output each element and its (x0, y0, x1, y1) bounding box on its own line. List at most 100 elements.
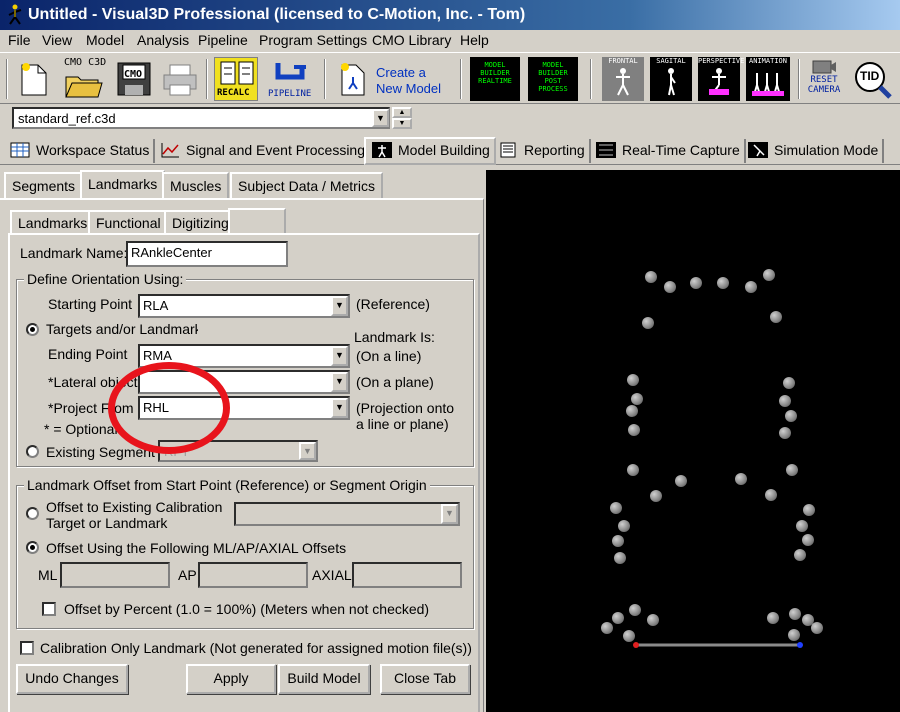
new-document-icon (21, 63, 47, 96)
landmark-name-input[interactable]: RAnkleCenter (126, 241, 288, 267)
close-tab-button[interactable]: Close Tab (380, 664, 470, 694)
axial-input[interactable] (352, 562, 462, 588)
marker (645, 271, 657, 283)
targets-landmarks-radio[interactable] (26, 323, 39, 336)
model-builder-realtime-button[interactable]: MODEL BUILDER REALTIME (470, 57, 520, 101)
print-button[interactable] (160, 57, 200, 101)
tab-workspace-status-label: Workspace Status (36, 142, 150, 158)
new-file-button[interactable] (14, 57, 54, 101)
3d-viewport[interactable] (486, 170, 900, 712)
sagittal-view-button[interactable]: SAGITAL (650, 57, 692, 101)
tab-digitizing-label: Digitizing (172, 215, 229, 231)
tab-segments[interactable]: Segments (4, 172, 84, 198)
marker (623, 630, 635, 642)
frontal-view-button[interactable]: FRONTAL (602, 57, 644, 101)
reference-note: (Reference) (356, 296, 430, 312)
marker (628, 424, 640, 436)
chevron-down-icon[interactable]: ▼ (331, 296, 348, 316)
spin-up-icon[interactable]: ▲ (392, 107, 412, 118)
chevron-down-icon[interactable]: ▼ (331, 346, 348, 366)
report-icon (500, 142, 516, 158)
offset-existing-radio[interactable] (26, 507, 39, 520)
tab-model-building[interactable]: Model Building (364, 137, 496, 165)
menu-analysis[interactable]: Analysis (137, 32, 189, 48)
marker (618, 520, 630, 532)
menu-pipeline[interactable]: Pipeline (198, 32, 248, 48)
marker (601, 622, 613, 634)
model-builder-realtime-label: MODEL BUILDER REALTIME (478, 61, 512, 85)
tab-segments-label: Segments (12, 178, 76, 194)
tab-landmarks-list-label: Landmarks (18, 215, 88, 231)
marker (779, 427, 791, 439)
pipeline-button[interactable]: PIPELINE (266, 57, 316, 101)
tab-simulation-mode[interactable]: Simulation Mode (742, 139, 885, 163)
file-dropdown-arrow-icon[interactable]: ▼ (372, 109, 389, 127)
reset-camera-button[interactable]: RESET CAMERA (802, 57, 846, 101)
targets-landmarks-label: Targets and/or Landmarks (46, 321, 198, 337)
recalc-button[interactable]: RECALC (214, 57, 258, 101)
menu-cmo-library[interactable]: CMO Library (372, 32, 451, 48)
menu-program-settings[interactable]: Program Settings (259, 32, 367, 48)
close-tab-label: Close Tab (393, 670, 456, 686)
tab-muscles[interactable]: Muscles (162, 172, 230, 198)
perspective-view-button[interactable]: PERSPECTIVE (698, 57, 744, 101)
tab-reporting[interactable]: Reporting (492, 139, 591, 163)
tab-real-time-capture-label: Real-Time Capture (622, 142, 740, 158)
marker (610, 502, 622, 514)
animation-view-button[interactable]: ANIMATION (746, 57, 790, 101)
marker (647, 614, 659, 626)
tid-button[interactable]: TID (850, 57, 896, 101)
menu-view[interactable]: View (42, 32, 72, 48)
tab-model-building-label: Model Building (398, 142, 490, 158)
tab-digitizing[interactable]: Digitizing (164, 210, 237, 234)
toolbar: CMO C3D CMO RECALC PIPELINE Create a New… (0, 52, 900, 104)
tab-signal-event-processing[interactable]: Signal and Event Processing (154, 139, 371, 163)
tab-functional[interactable]: Functional (88, 210, 169, 234)
starting-point-label: Starting Point (48, 296, 133, 312)
file-selector[interactable]: standard_ref.c3d (12, 107, 390, 129)
menu-help[interactable]: Help (460, 32, 489, 48)
menu-file[interactable]: File (8, 32, 31, 48)
create-new-model-button[interactable]: Create a New Model (336, 57, 448, 101)
tab-active-blank[interactable] (228, 208, 286, 235)
marker (614, 552, 626, 564)
existing-segment-radio[interactable] (26, 445, 39, 458)
toolbar-grip (6, 59, 8, 99)
chevron-down-icon[interactable]: ▼ (441, 504, 458, 524)
app-figure-icon (8, 4, 22, 25)
tab-workspace-status[interactable]: Workspace Status (4, 139, 156, 163)
menu-model[interactable]: Model (86, 32, 124, 48)
ending-point-label: Ending Point (48, 346, 128, 362)
file-spinner[interactable]: ▲ ▼ (392, 107, 412, 129)
offset-existing-select[interactable]: ▼ (234, 502, 460, 526)
chevron-down-icon[interactable]: ▼ (299, 442, 316, 460)
frontal-label: FRONTAL (608, 57, 638, 65)
model-builder-post-button[interactable]: MODEL BUILDER POST PROCESS (528, 57, 578, 101)
signal-graph-icon (161, 143, 179, 158)
apply-button[interactable]: Apply (186, 664, 276, 694)
tab-reporting-label: Reporting (524, 142, 585, 158)
starting-point-select[interactable]: RLA ▼ (138, 294, 350, 318)
tab-landmarks-list[interactable]: Landmarks (10, 210, 96, 234)
tab-real-time-capture[interactable]: Real-Time Capture (590, 139, 746, 163)
chevron-down-icon[interactable]: ▼ (331, 372, 348, 392)
marker (642, 317, 654, 329)
undo-changes-button[interactable]: Undo Changes (16, 664, 128, 694)
save-cmo-button[interactable]: CMO (114, 57, 154, 101)
offset-using-radio[interactable] (26, 541, 39, 554)
tab-landmarks-active[interactable]: Landmarks (80, 170, 166, 198)
landmark-name-value: RAnkleCenter (131, 245, 212, 260)
chevron-down-icon[interactable]: ▼ (331, 398, 348, 418)
offset-percent-checkbox[interactable] (42, 602, 56, 616)
offset-group-title: Landmark Offset from Start Point (Refere… (24, 477, 430, 493)
spin-down-icon[interactable]: ▼ (392, 118, 412, 129)
calibration-only-checkbox[interactable] (20, 641, 34, 655)
marker (745, 281, 757, 293)
ending-point-value: RMA (143, 348, 172, 363)
ap-input[interactable] (198, 562, 308, 588)
build-model-button[interactable]: Build Model (278, 664, 370, 694)
ml-input[interactable] (60, 562, 170, 588)
reset-camera-line1: RESET (810, 75, 838, 85)
open-c3d-button[interactable]: CMO C3D (58, 57, 110, 101)
tab-subject-data-metrics[interactable]: Subject Data / Metrics (230, 172, 383, 198)
